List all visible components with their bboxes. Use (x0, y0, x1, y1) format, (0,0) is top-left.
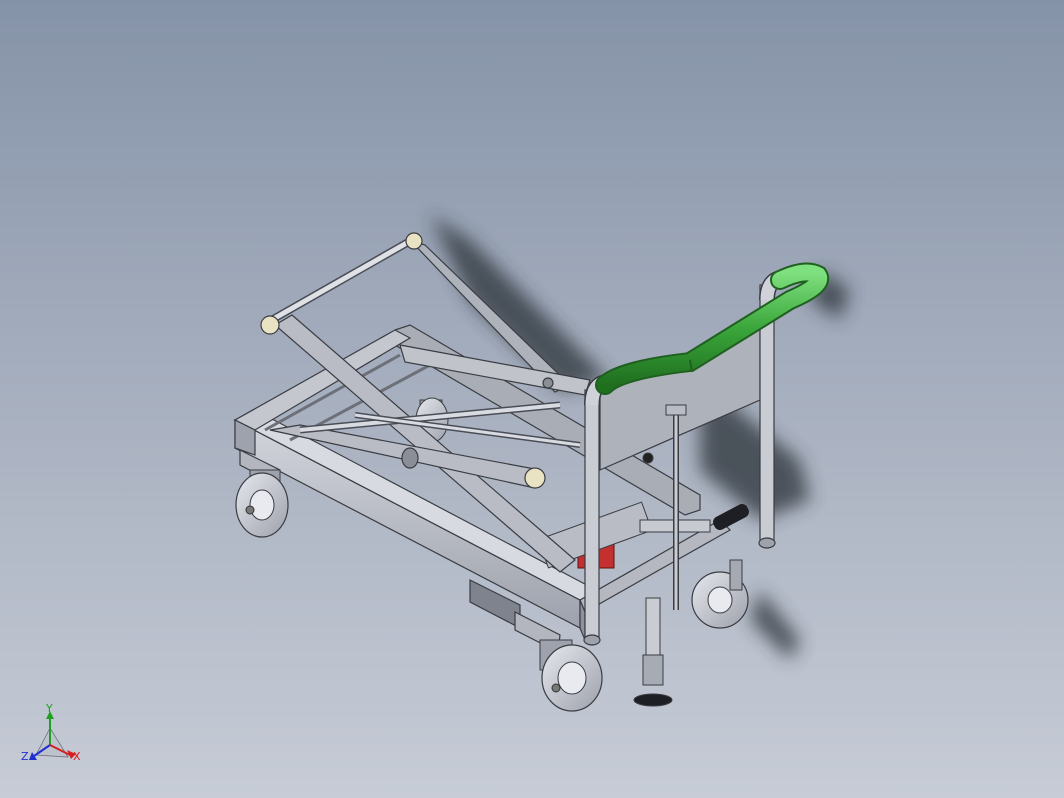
triad-z-label: Z (21, 750, 29, 763)
brake-pedal[interactable] (633, 597, 673, 707)
coordinate-triad: Y X Z (21, 702, 81, 763)
caster-wheel-front-right[interactable] (539, 639, 603, 712)
cad-model-view[interactable]: Y X Z (0, 0, 1064, 798)
caster-wheel-front-left[interactable] (235, 469, 289, 538)
graphics-viewport[interactable]: Y X Z (0, 0, 1064, 798)
triad-y-label: Y (45, 702, 53, 715)
caster-wheel-rear-right[interactable] (691, 559, 749, 629)
triad-x-label: X (73, 750, 81, 763)
release-knob[interactable] (711, 502, 751, 532)
